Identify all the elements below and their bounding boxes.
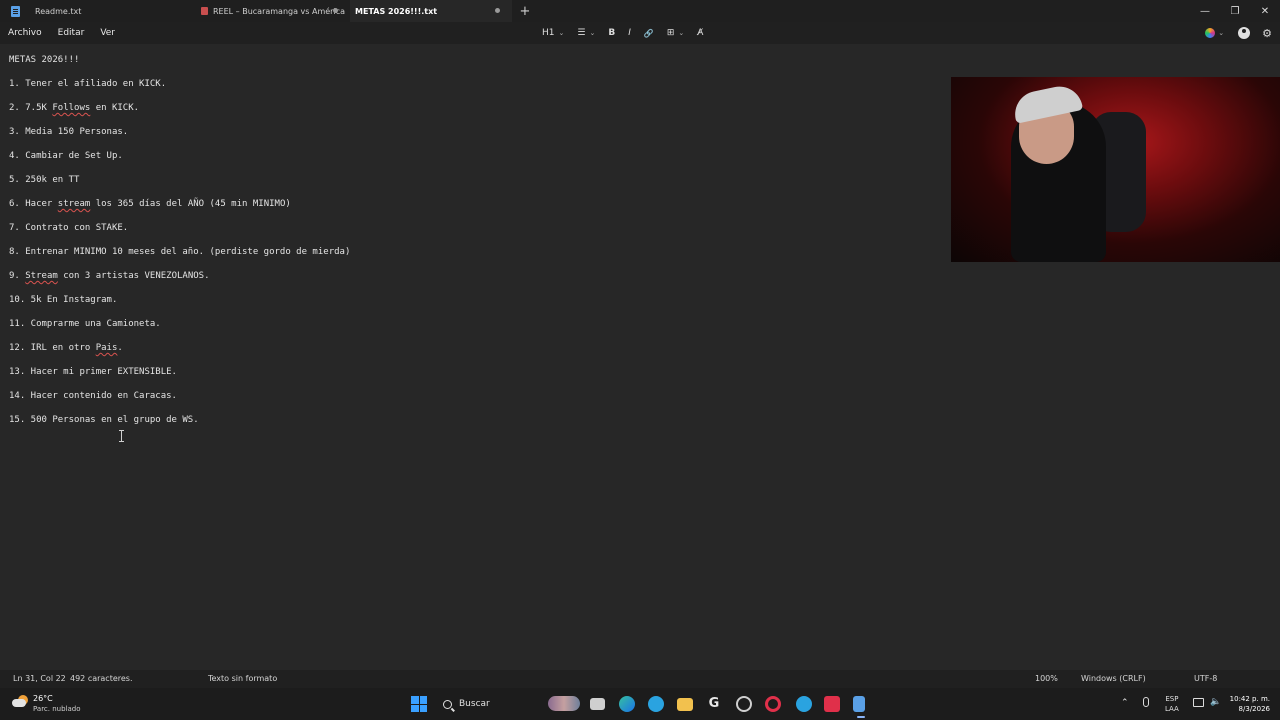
tab-readme[interactable]: Readme.txt (30, 0, 196, 22)
doc-line: 9. Stream con 3 artistas VENEZOLANOS. (9, 271, 210, 281)
doc-line: 6. Hacer stream los 365 días del AÑO (45… (9, 199, 291, 209)
italic-button[interactable]: I (628, 22, 631, 44)
doc-line: 3. Media 150 Personas. (9, 127, 129, 137)
doc-line: 12. IRL en otro Pais. (9, 343, 123, 353)
microphone-icon[interactable] (1143, 697, 1149, 707)
doc-line: 4. Cambiar de Set Up. (9, 151, 123, 161)
unsaved-dot-icon[interactable] (495, 8, 500, 13)
document-icon (201, 7, 208, 15)
tab-reel[interactable]: REEL – Bucaramanga vs América (196, 0, 350, 22)
doc-line: 2. 7.5K Follows en KICK. (9, 103, 140, 113)
maximize-button[interactable]: ❐ (1220, 0, 1250, 22)
list-dropdown[interactable]: ☰ ⌄ (577, 22, 595, 44)
doc-line: 11. Comprarme una Camioneta. (9, 319, 161, 329)
doc-line: 7. Contrato con STAKE. (9, 223, 129, 233)
edge-browser-icon[interactable] (619, 696, 635, 712)
doc-line: METAS 2026!!! (9, 55, 80, 65)
weather-cloud-icon[interactable] (12, 695, 28, 707)
network-icon[interactable] (1193, 698, 1204, 707)
doc-line: 10. 5k En Instagram. (9, 295, 118, 305)
tab-metas-2026[interactable]: METAS 2026!!!.txt (350, 0, 512, 22)
format-indicator[interactable]: Texto sin formato (208, 674, 277, 683)
close-button[interactable]: ✕ (1250, 0, 1280, 22)
doc-line: 8. Entrenar MINIMO 10 meses del año. (pe… (9, 247, 351, 257)
search-label: Buscar (459, 699, 490, 709)
weather-temperature[interactable]: 26°C (33, 694, 53, 703)
opera-gx-icon[interactable] (765, 696, 781, 712)
text-cursor-icon (119, 430, 124, 442)
language-code: ESP (1165, 695, 1179, 703)
cursor-position[interactable]: Ln 31, Col 22 (13, 674, 66, 683)
title-bar: Readme.txt REEL – Bucaramanga vs América… (0, 0, 1280, 22)
taskbar-search[interactable]: Buscar (437, 693, 582, 715)
language-indicator[interactable]: ESP LAA (1165, 694, 1179, 714)
notepad-taskbar-icon[interactable] (853, 696, 865, 718)
account-avatar[interactable] (1238, 27, 1251, 39)
list-icon: ☰ (577, 28, 586, 38)
table-dropdown[interactable]: ⊞ ⌄ (667, 22, 684, 44)
chevron-down-icon: ⌄ (589, 29, 596, 37)
chevron-down-icon[interactable]: ⌄ (1218, 29, 1224, 37)
char-count: 492 caracteres. (70, 674, 133, 683)
italic-icon: I (628, 28, 631, 38)
menu-ver[interactable]: Ver (92, 28, 123, 38)
tab-label: REEL – Bucaramanga vs América (213, 6, 345, 16)
clock-date: 8/3/2026 (1238, 705, 1270, 713)
chevron-down-icon: ⌄ (678, 29, 685, 37)
search-icon (443, 699, 452, 709)
heading-label: H1 (542, 28, 555, 38)
system-clock[interactable]: 10:42 p. m. 8/3/2026 (1228, 694, 1270, 714)
menu-archivo[interactable]: Archivo (0, 28, 50, 38)
doc-line: 15. 500 Personas en el grupo de WS. (9, 415, 199, 425)
obs-studio-icon[interactable] (736, 696, 752, 712)
weather-description[interactable]: Parc. nublado (33, 705, 81, 713)
notepad-app-icon (0, 0, 30, 22)
line-ending[interactable]: Windows (CRLF) (1081, 674, 1146, 683)
webcam-overlay (951, 77, 1280, 262)
copilot-icon[interactable] (1205, 28, 1216, 38)
doc-line: 1. Tener el afiliado en KICK. (9, 79, 167, 89)
minimize-button[interactable]: — (1190, 0, 1220, 22)
format-toolbar: H1 ⌄ ☰ ⌄ B I 🔗 ⊞ ⌄ A̸ (542, 22, 716, 44)
zoom-level[interactable]: 100% (1035, 674, 1058, 683)
link-icon: 🔗 (643, 28, 654, 38)
menu-bar: Archivo Editar Ver H1 ⌄ ☰ ⌄ B I 🔗 ⊞ ⌄ A̸ ⌄ … (0, 22, 1280, 44)
chevron-up-icon[interactable]: ⌃ (1121, 698, 1129, 708)
new-tab-button[interactable]: + (512, 0, 538, 22)
heading-dropdown[interactable]: H1 ⌄ (542, 22, 564, 44)
keyboard-layout: LAA (1165, 705, 1179, 713)
tab-label: Readme.txt (35, 6, 82, 16)
menu-editar[interactable]: Editar (50, 28, 93, 38)
status-bar: Ln 31, Col 22 492 caracteres. Texto sin … (0, 670, 1280, 688)
encoding[interactable]: UTF-8 (1194, 674, 1217, 683)
tiktok-icon[interactable] (824, 696, 840, 712)
telegram-icon[interactable] (648, 696, 664, 712)
bold-button[interactable]: B (608, 22, 615, 44)
volume-icon[interactable]: 🔈 (1210, 697, 1221, 707)
doc-line: 5. 250k en TT (9, 175, 80, 185)
unsaved-dot-icon[interactable] (333, 8, 338, 13)
gear-icon[interactable]: ⚙ (1262, 27, 1272, 40)
window-controls: — ❐ ✕ (1190, 0, 1280, 22)
telegram-badge-icon[interactable] (796, 696, 812, 712)
windows-start-icon[interactable] (411, 696, 427, 712)
taskbar: 26°C Parc. nublado Buscar G ⌃ ESP LAA 🔈 … (0, 688, 1280, 720)
clear-formatting-button[interactable]: A̸ (697, 22, 703, 44)
task-view-icon[interactable] (590, 698, 605, 710)
link-button[interactable]: 🔗 (644, 22, 654, 44)
epic-games-icon[interactable]: G (706, 696, 722, 712)
table-icon: ⊞ (666, 28, 675, 38)
doc-line: 13. Hacer mi primer EXTENSIBLE. (9, 367, 177, 377)
clock-time: 10:42 p. m. (1229, 695, 1270, 703)
doc-line: 14. Hacer contenido en Caracas. (9, 391, 177, 401)
clear-formatting-icon: A̸ (697, 28, 704, 38)
tab-label: METAS 2026!!!.txt (355, 6, 438, 16)
file-explorer-icon[interactable] (677, 698, 693, 711)
search-highlight-icon (548, 696, 580, 711)
bold-icon: B (608, 28, 616, 38)
chevron-down-icon: ⌄ (558, 29, 565, 37)
right-tools: ⌄ ⚙ (1205, 22, 1280, 44)
